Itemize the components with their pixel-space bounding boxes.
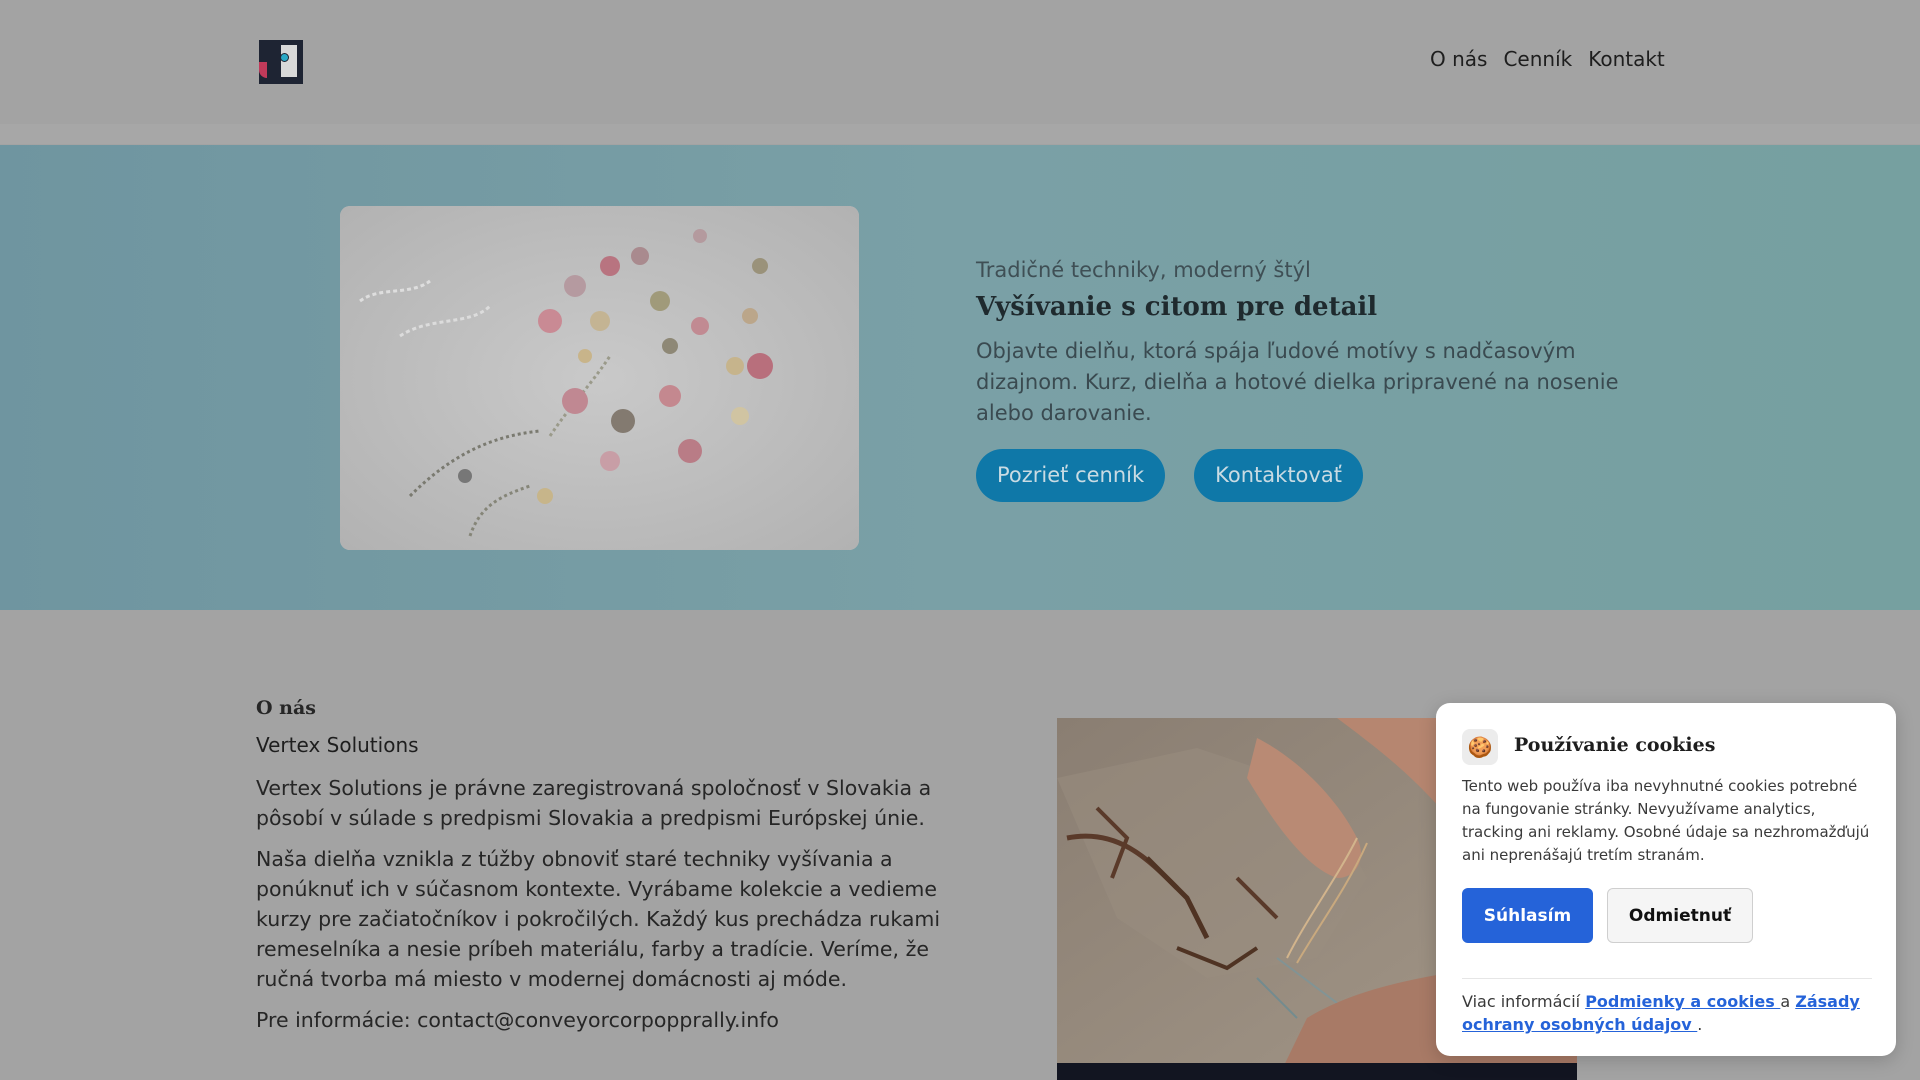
terms-cookies-link[interactable]: Podmienky a cookies: [1585, 992, 1780, 1011]
logo[interactable]: [259, 40, 303, 84]
about-paragraph-1: Vertex Solutions je právne zaregistrovan…: [256, 776, 932, 830]
nav-item-cennik[interactable]: Cenník: [1503, 47, 1572, 71]
main-nav: O nás Cenník Kontakt: [1430, 47, 1665, 71]
cookie-more-info: Viac informácií Podmienky a cookies a Zá…: [1462, 990, 1882, 1036]
company-name: Vertex Solutions: [256, 733, 419, 757]
cookie-connector: a: [1780, 992, 1791, 1011]
about-heading: O nás: [256, 697, 316, 719]
accept-cookies-button[interactable]: Súhlasím: [1462, 888, 1593, 943]
hero-image: [340, 206, 859, 550]
cookie-more-prefix: Viac informácií: [1462, 992, 1581, 1011]
decline-cookies-button[interactable]: Odmietnuť: [1607, 888, 1753, 943]
hero-title: Vyšívanie s citom pre detail: [976, 292, 1378, 322]
hero-kicker: Tradičné techniky, moderný štýl: [976, 258, 1311, 282]
site-header: O nás Cenník Kontakt: [0, 0, 1920, 124]
cookie-period: .: [1697, 1015, 1703, 1034]
nav-item-kontakt[interactable]: Kontakt: [1588, 47, 1665, 71]
cookie-text: Tento web používa iba nevyhnutné cookies…: [1462, 777, 1870, 864]
cookie-divider: [1462, 978, 1872, 979]
about-contact: Pre informácie: contact@conveyorcorpoppr…: [256, 1008, 779, 1032]
about-paragraph-2: Naša dielňa vznikla z túžby obnoviť star…: [256, 847, 941, 991]
contact-button[interactable]: Kontaktovať: [1194, 449, 1363, 502]
hero-content: Tradičné techniky, moderný štýl Vyšívani…: [976, 258, 1666, 502]
cookie-icon: 🍪: [1462, 729, 1498, 765]
header-divider: [0, 124, 1920, 144]
about-section: O nás Vertex Solutions Vertex Solutions …: [256, 697, 956, 1046]
view-pricing-button[interactable]: Pozrieť cenník: [976, 449, 1166, 502]
hero-actions: Pozrieť cenník Kontaktovať: [976, 449, 1666, 502]
hero-description: Objavte dielňu, ktorá spája ľudové motív…: [976, 339, 1619, 425]
cookie-banner: 🍪 Používanie cookies Tento web používa i…: [1436, 703, 1896, 1056]
cookie-title: Používanie cookies: [1514, 734, 1716, 756]
nav-item-o-nas[interactable]: O nás: [1430, 47, 1487, 71]
